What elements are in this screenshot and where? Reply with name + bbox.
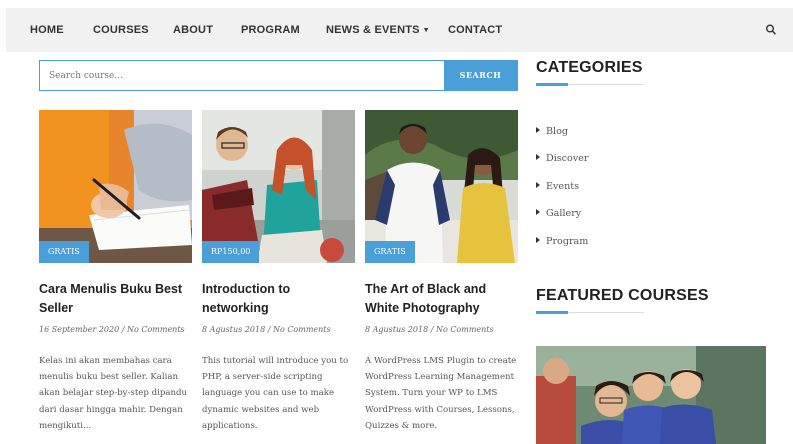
category-label: Program — [546, 236, 589, 247]
course-date: 8 Agustus 2018 — [365, 325, 429, 334]
course-thumbnail[interactable]: RP150,00 — [202, 110, 355, 263]
featured-course-image[interactable] — [536, 346, 766, 444]
course-search-input[interactable] — [40, 61, 444, 90]
course-thumbnail[interactable]: GRATIS — [365, 110, 518, 263]
course-excerpt: Kelas ini akan membahas cara menulis buk… — [39, 356, 188, 431]
nav-news-events[interactable]: NEWS & EVENTS ▼ — [326, 8, 430, 52]
featured-courses-heading: FEATURED COURSES — [536, 287, 709, 304]
categories-heading: CATEGORIES — [536, 59, 643, 76]
course-title[interactable]: The Art of Black and White Photography — [365, 280, 518, 318]
category-link-discover[interactable]: Discover — [536, 153, 589, 164]
caret-right-icon — [536, 182, 540, 188]
course-card: GRATIS The Art of Black and White Photog… — [365, 110, 518, 431]
nav-courses[interactable]: COURSES — [93, 8, 149, 52]
course-excerpt: This tutorial will introduce you to PHP,… — [202, 356, 349, 431]
featured-students-photo — [536, 346, 766, 444]
category-label: Discover — [546, 153, 589, 164]
category-label: Gallery — [546, 208, 582, 219]
search-button[interactable]: SEARCH — [444, 61, 517, 90]
caret-right-icon — [536, 127, 540, 133]
caret-down-icon: ▼ — [422, 27, 430, 34]
nav-contact[interactable]: CONTACT — [448, 8, 502, 52]
nav-news-events-label: NEWS & EVENTS — [326, 24, 420, 36]
course-excerpt: A WordPress LMS Plugin to create WordPre… — [365, 356, 517, 431]
course-card: RP150,00 Introduction to networking 8 Ag… — [202, 110, 355, 431]
nav-home[interactable]: HOME — [30, 8, 64, 52]
caret-right-icon — [536, 237, 540, 243]
category-label: Events — [546, 181, 580, 192]
price-badge: GRATIS — [39, 241, 89, 263]
main-navbar: HOME COURSES ABOUT PROGRAM NEWS & EVENTS… — [6, 8, 793, 52]
price-badge: GRATIS — [365, 241, 415, 263]
course-comments-link[interactable]: No Comments — [436, 325, 494, 334]
caret-right-icon — [536, 209, 540, 215]
course-date: 8 Agustus 2018 — [202, 325, 266, 334]
category-link-program[interactable]: Program — [536, 236, 588, 247]
category-link-events[interactable]: Events — [536, 181, 579, 192]
heading-underline — [536, 311, 644, 314]
course-comments-link[interactable]: No Comments — [127, 325, 185, 334]
course-title[interactable]: Introduction to networking — [202, 280, 355, 318]
course-thumbnail[interactable]: GRATIS — [39, 110, 192, 263]
course-meta: 8 Agustus 2018 / No Comments — [365, 325, 494, 334]
course-meta: 16 September 2020 / No Comments — [39, 325, 185, 334]
nav-about[interactable]: ABOUT — [173, 8, 213, 52]
nav-program[interactable]: PROGRAM — [241, 8, 300, 52]
course-title[interactable]: Cara Menulis Buku Best Seller — [39, 280, 192, 318]
category-link-blog[interactable]: Blog — [536, 126, 568, 137]
category-link-gallery[interactable]: Gallery — [536, 208, 581, 219]
search-icon[interactable] — [765, 23, 777, 37]
course-date: 16 September 2020 — [39, 325, 120, 334]
course-meta: 8 Agustus 2018 / No Comments — [202, 325, 331, 334]
price-badge: RP150,00 — [202, 241, 260, 263]
course-comments-link[interactable]: No Comments — [273, 325, 331, 334]
course-card: GRATIS Cara Menulis Buku Best Seller 16 … — [39, 110, 192, 431]
course-search-form: SEARCH — [39, 60, 518, 91]
heading-underline — [536, 83, 644, 86]
category-label: Blog — [546, 126, 569, 137]
caret-right-icon — [536, 154, 540, 160]
